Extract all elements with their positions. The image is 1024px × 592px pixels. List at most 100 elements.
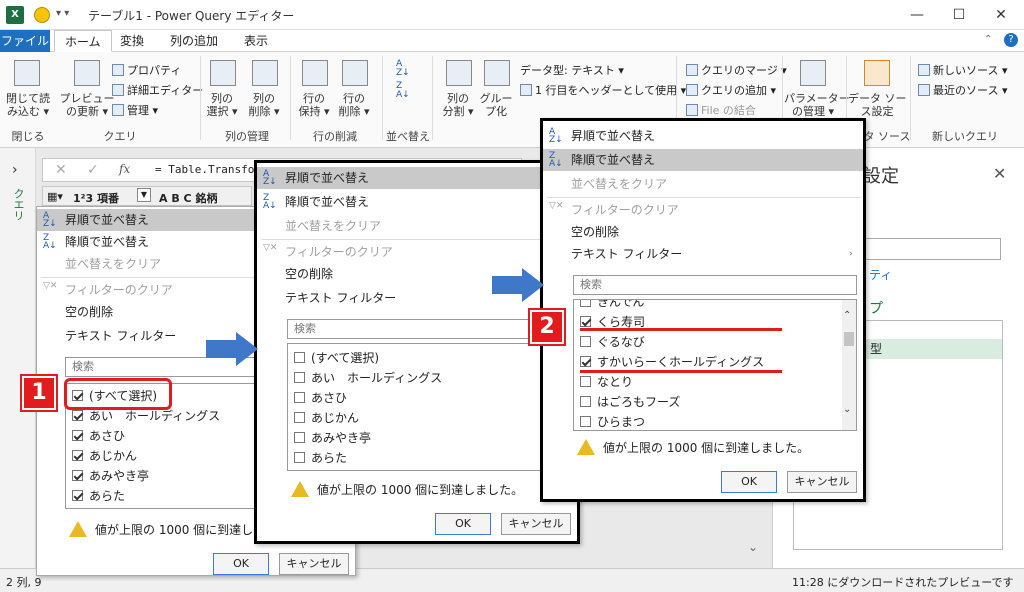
cancel-button[interactable]: キャンセル bbox=[501, 513, 571, 535]
ok-button[interactable]: OK bbox=[435, 513, 491, 535]
ok-button[interactable]: OK bbox=[213, 553, 269, 575]
queries-pane-collapsed[interactable]: › クエリ bbox=[0, 148, 36, 568]
search-input[interactable]: 検索 bbox=[573, 275, 857, 295]
checkbox[interactable] bbox=[294, 392, 305, 403]
menu-clear-sort[interactable]: 並べ替えをクリア bbox=[257, 215, 577, 237]
menu-clear-sort[interactable]: 並べ替えをクリア bbox=[543, 173, 863, 195]
scroll-down-icon[interactable]: ⌄ bbox=[748, 540, 758, 554]
checkbox[interactable] bbox=[294, 352, 305, 363]
list-scrollbar[interactable]: ⌃ ⌄ bbox=[842, 300, 856, 430]
list-item[interactable]: きんでん bbox=[580, 300, 644, 312]
smiley-feedback-icon[interactable] bbox=[34, 7, 50, 23]
all-properties-link[interactable]: ティ bbox=[869, 266, 892, 283]
menu-clear-filter[interactable]: ▽✕ フィルターのクリア bbox=[257, 241, 577, 263]
filter-dropdown-icon[interactable]: ▼ bbox=[137, 188, 151, 202]
tab-view[interactable]: 表示 bbox=[234, 30, 278, 52]
checkbox[interactable] bbox=[580, 336, 591, 347]
close-load-button[interactable]: 閉じて読 み込む ▾ bbox=[4, 92, 52, 118]
manage-button[interactable]: 管理 ▾ bbox=[112, 102, 158, 118]
checkbox[interactable] bbox=[72, 450, 83, 461]
list-item[interactable]: あらた bbox=[72, 486, 125, 506]
collapse-ribbon-icon[interactable]: ⌃ bbox=[984, 34, 992, 45]
menu-text-filter[interactable]: テキスト フィルター › bbox=[543, 243, 863, 265]
list-item[interactable]: ぐるなび bbox=[580, 332, 645, 352]
sort-desc-icon[interactable]: Z A↓ bbox=[396, 82, 410, 100]
checkbox[interactable] bbox=[72, 410, 83, 421]
checkbox[interactable] bbox=[580, 300, 591, 307]
list-item[interactable]: あみやき亭 bbox=[72, 466, 149, 486]
list-item[interactable]: (すべて選択) bbox=[294, 348, 379, 368]
list-item[interactable]: すかいらーくホールディングス bbox=[580, 352, 764, 372]
expand-queries-icon[interactable]: › bbox=[12, 162, 18, 178]
checkbox[interactable] bbox=[580, 376, 591, 387]
checkbox[interactable] bbox=[72, 470, 83, 481]
menu-remove-empty[interactable]: 空の削除 bbox=[543, 221, 863, 243]
checkbox[interactable] bbox=[294, 452, 305, 463]
checkbox[interactable] bbox=[580, 416, 591, 427]
preview-refresh-button[interactable]: プレビュー の更新 ▾ bbox=[58, 92, 116, 118]
ok-button[interactable]: OK bbox=[721, 471, 777, 493]
choose-columns-button[interactable]: 列の 選択 ▾ bbox=[202, 92, 242, 118]
tab-transform[interactable]: 変換 bbox=[110, 30, 154, 52]
properties-button[interactable]: プロパティ bbox=[112, 62, 181, 78]
tab-home[interactable]: ホーム bbox=[54, 30, 112, 52]
list-item[interactable]: なとり bbox=[580, 372, 633, 392]
checkbox[interactable] bbox=[580, 356, 591, 367]
menu-sort-desc[interactable]: Z A↓ 降順で並べ替え bbox=[257, 191, 577, 213]
query-name-input[interactable] bbox=[853, 238, 1001, 260]
list-item[interactable]: あさひ bbox=[72, 426, 125, 446]
recent-sources-button[interactable]: 最近のソース ▾ bbox=[918, 82, 1007, 98]
checkbox[interactable] bbox=[72, 490, 83, 501]
combine-files-button[interactable]: File の結合 bbox=[686, 102, 756, 118]
first-row-header-button[interactable]: 1 行目をヘッダーとして使用 ▾ bbox=[520, 82, 686, 98]
close-window-button[interactable]: ✕ bbox=[984, 4, 1018, 26]
list-item[interactable]: あじかん bbox=[294, 408, 359, 428]
list-item[interactable]: ひらまつ bbox=[580, 412, 645, 430]
maximize-button[interactable]: ☐ bbox=[942, 4, 976, 26]
new-source-button[interactable]: 新しいソース ▾ bbox=[918, 62, 1007, 78]
list-item[interactable]: あじかん bbox=[72, 446, 137, 466]
checkbox[interactable] bbox=[580, 316, 591, 327]
checkbox[interactable] bbox=[294, 412, 305, 423]
cancel-button[interactable]: キャンセル bbox=[279, 553, 349, 575]
cancel-button[interactable]: キャンセル bbox=[787, 471, 857, 493]
list-item[interactable]: あみやき亭 bbox=[294, 428, 371, 448]
remove-rows-button[interactable]: 行の 削除 ▾ bbox=[334, 92, 374, 118]
search-input[interactable]: 検索 bbox=[287, 319, 567, 339]
menu-clear-filter[interactable]: ▽✕ フィルターのクリア bbox=[543, 199, 863, 221]
group-by-button[interactable]: グルー プ化 bbox=[476, 92, 516, 118]
merge-queries-button[interactable]: クエリのマージ ▾ bbox=[686, 62, 787, 78]
checkbox[interactable] bbox=[580, 396, 591, 407]
menu-sort-asc[interactable]: A Z↓ 昇順で並べ替え bbox=[257, 167, 577, 189]
sort-asc-icon[interactable]: A Z↓ bbox=[396, 60, 410, 78]
checkbox[interactable] bbox=[294, 432, 305, 443]
qat-dropdown-icon[interactable]: ▾ ▾ bbox=[56, 8, 69, 19]
list-item[interactable]: あい ホールディングス bbox=[294, 368, 442, 388]
checkbox[interactable] bbox=[72, 430, 83, 441]
tab-file[interactable]: ファイル bbox=[0, 30, 50, 52]
manage-parameters-button[interactable]: パラメーター の管理 ▾ bbox=[784, 92, 850, 118]
data-source-settings-button[interactable]: データ ソー ス設定 bbox=[848, 92, 907, 118]
help-icon[interactable]: ? bbox=[1004, 33, 1018, 47]
close-pane-icon[interactable]: ✕ bbox=[993, 164, 1006, 183]
remove-columns-button[interactable]: 列の 削除 ▾ bbox=[244, 92, 284, 118]
column-header-brand[interactable]: A B C 銘柄 bbox=[159, 190, 217, 206]
list-item[interactable]: はごろもフーズ bbox=[580, 392, 680, 412]
formula-text[interactable]: = Table.Transfo bbox=[155, 163, 254, 176]
table-menu-icon[interactable]: ▦▾ bbox=[47, 190, 63, 203]
split-column-button[interactable]: 列の 分割 ▾ bbox=[438, 92, 478, 118]
tab-add-column[interactable]: 列の追加 bbox=[160, 30, 228, 52]
minimize-button[interactable]: — bbox=[900, 4, 934, 26]
list-item[interactable]: あさひ bbox=[294, 388, 347, 408]
menu-sort-asc[interactable]: A Z↓ 昇順で並べ替え bbox=[543, 125, 863, 147]
list-item[interactable]: あらた bbox=[294, 448, 347, 468]
append-queries-button[interactable]: クエリの追加 ▾ bbox=[686, 82, 776, 98]
cancel-formula-icon[interactable]: ✕ bbox=[55, 162, 67, 178]
advanced-editor-button[interactable]: 詳細エディター bbox=[112, 82, 203, 98]
keep-rows-button[interactable]: 行の 保持 ▾ bbox=[294, 92, 334, 118]
checkbox[interactable] bbox=[294, 372, 305, 383]
fx-icon[interactable]: fx bbox=[119, 162, 130, 176]
menu-sort-desc[interactable]: Z A↓ 降順で並べ替え bbox=[543, 149, 863, 171]
confirm-formula-icon[interactable]: ✓ bbox=[87, 162, 99, 178]
data-type-dropdown[interactable]: データ型: テキスト ▾ bbox=[520, 62, 624, 78]
